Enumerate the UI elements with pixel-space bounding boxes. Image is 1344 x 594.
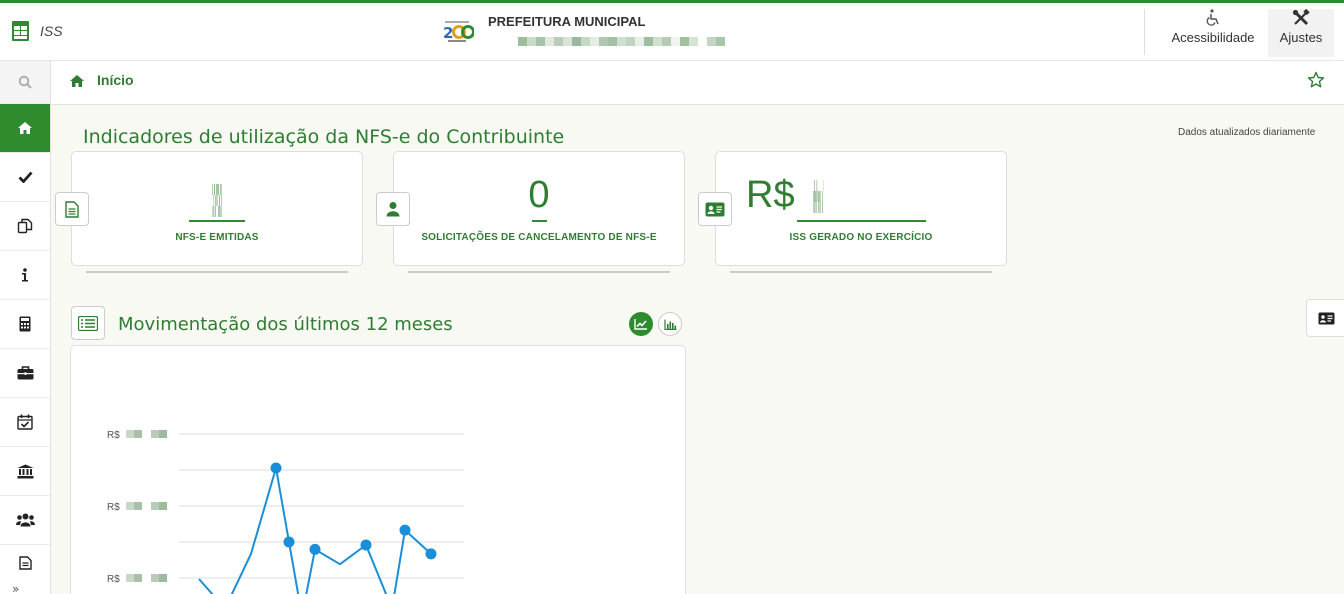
- bar-chart-icon: [663, 319, 676, 330]
- app-header: ISS 2 PREFEITURA MUNICIPAL Acessibilidad…: [0, 3, 1344, 61]
- search-icon: [18, 75, 32, 89]
- app-grid-icon[interactable]: [12, 21, 29, 41]
- movement-icon: [71, 306, 105, 340]
- wheelchair-icon: [1206, 9, 1219, 26]
- data-point[interactable]: [399, 524, 411, 536]
- users-icon: [15, 513, 35, 527]
- y-tick-value-redacted: [126, 574, 134, 582]
- card-shadow: [730, 271, 992, 273]
- sidebar-item-calculator[interactable]: [0, 300, 50, 349]
- card-shadow: [86, 271, 348, 273]
- id-card-icon: [705, 202, 725, 216]
- sidebar-item-home[interactable]: [0, 104, 50, 153]
- card-value-redacted: [72, 178, 362, 221]
- y-tick-value-redacted: [159, 574, 167, 582]
- card-value-cancel: 0: [528, 174, 550, 216]
- sidebar-search[interactable]: [0, 61, 50, 104]
- svg-text:2: 2: [443, 24, 453, 42]
- movement-title: Movimentação dos últimos 12 meses: [118, 314, 453, 335]
- card-iss-generated: R$ ISS GERADO NO EXERCÍCIO: [715, 151, 1007, 273]
- y-tick-label: R$: [107, 574, 120, 585]
- sidebar-item-users[interactable]: [0, 496, 50, 545]
- card-icon-id: [698, 192, 732, 226]
- data-point[interactable]: [360, 539, 372, 551]
- header-divider: [1144, 9, 1145, 55]
- accessibility-label: Acessibilidade: [1171, 30, 1255, 45]
- calendar-check-icon: [17, 414, 33, 430]
- y-tick-value-redacted: [134, 574, 142, 582]
- accessibility-button[interactable]: Acessibilidade: [1163, 9, 1263, 57]
- home-icon[interactable]: [69, 74, 85, 88]
- card-underline: [797, 220, 926, 222]
- data-point[interactable]: [425, 548, 437, 560]
- sidebar-item-reports[interactable]: [0, 545, 50, 581]
- app-name: ISS: [40, 23, 63, 39]
- id-card-icon: [1318, 312, 1335, 324]
- card-underline: [189, 220, 245, 222]
- user-icon: [386, 202, 400, 217]
- sidebar-item-info[interactable]: [0, 251, 50, 300]
- card-nfse-issued: NFS-E EMITIDAS: [71, 151, 363, 273]
- card-icon-user: [376, 192, 410, 226]
- org-subtitle-redacted: [518, 37, 725, 46]
- card-label-cancel: SOLICITAÇÕES DE CANCELAMENTO DE NFS-E: [421, 232, 657, 243]
- y-tick-value-redacted: [159, 502, 167, 510]
- data-point[interactable]: [309, 543, 321, 555]
- series-line: [198, 467, 432, 594]
- home-icon: [18, 122, 32, 134]
- favorite-star-icon[interactable]: [1307, 71, 1325, 89]
- y-tick-value-redacted: [134, 430, 142, 438]
- card-underline: [532, 220, 547, 222]
- data-point[interactable]: [283, 536, 295, 548]
- line-chart-icon: [634, 319, 647, 330]
- settings-label: Ajustes: [1279, 30, 1323, 45]
- sidebar-expand-button[interactable]: »: [12, 582, 19, 594]
- card-cancel-requests: 0 SOLICITAÇÕES DE CANCELAMENTO DE NFS-E: [393, 151, 685, 273]
- settings-button[interactable]: Ajustes: [1268, 9, 1334, 57]
- document-lines-icon: [65, 200, 79, 218]
- data-point[interactable]: [270, 462, 282, 474]
- y-tick-label: R$: [107, 502, 120, 513]
- y-tick-value-redacted: [126, 502, 134, 510]
- y-tick-label: R$: [107, 430, 120, 441]
- y-tick-value-redacted: [151, 430, 159, 438]
- y-tick-value-redacted: [126, 430, 134, 438]
- card-label-iss: ISS GERADO NO EXERCÍCIO: [789, 232, 933, 243]
- currency-prefix: R$: [746, 174, 795, 216]
- y-tick-value-redacted: [134, 502, 142, 510]
- org-title: PREFEITURA MUNICIPAL: [488, 14, 646, 29]
- check-icon: [18, 171, 33, 183]
- line-chart-toggle[interactable]: [629, 312, 653, 336]
- sidebar: »: [0, 61, 51, 594]
- card-label-nfse-issued: NFS-E EMITIDAS: [175, 232, 259, 243]
- briefcase-icon: [17, 366, 33, 380]
- breadcrumb-current[interactable]: Início: [97, 72, 134, 88]
- document-icon: [18, 556, 32, 570]
- sidebar-item-documents[interactable]: [0, 202, 50, 251]
- y-tick-value-redacted: [159, 430, 167, 438]
- city-emblem-logo: 2: [443, 21, 474, 42]
- bank-icon: [17, 464, 33, 478]
- updated-note: Dados atualizados diariamente: [1178, 127, 1316, 138]
- calculator-icon: [19, 316, 31, 332]
- sidebar-item-schedule[interactable]: [0, 398, 50, 447]
- copy-icon: [17, 218, 33, 234]
- movement-chart-card: R$ R$ R$: [70, 345, 686, 594]
- y-tick-value-redacted: [151, 574, 159, 582]
- sidebar-item-tasks[interactable]: [0, 153, 50, 202]
- list-table-icon: [78, 315, 98, 331]
- info-icon: [22, 268, 28, 282]
- sidebar-item-bank[interactable]: [0, 447, 50, 496]
- card-shadow: [408, 271, 670, 273]
- card-icon-nfse: [55, 192, 89, 226]
- bar-chart-toggle[interactable]: [658, 312, 682, 336]
- tools-icon: [1292, 9, 1310, 26]
- y-tick-value-redacted: [151, 502, 159, 510]
- indicators-title: Indicadores de utilização da NFS-e do Co…: [83, 126, 565, 148]
- side-panel-toggle[interactable]: [1306, 299, 1344, 337]
- sidebar-item-business[interactable]: [0, 349, 50, 398]
- breadcrumb: Início: [51, 61, 1344, 105]
- movement-line-chart: R$ R$ R$: [107, 430, 464, 594]
- card-value-iss: R$: [746, 174, 825, 217]
